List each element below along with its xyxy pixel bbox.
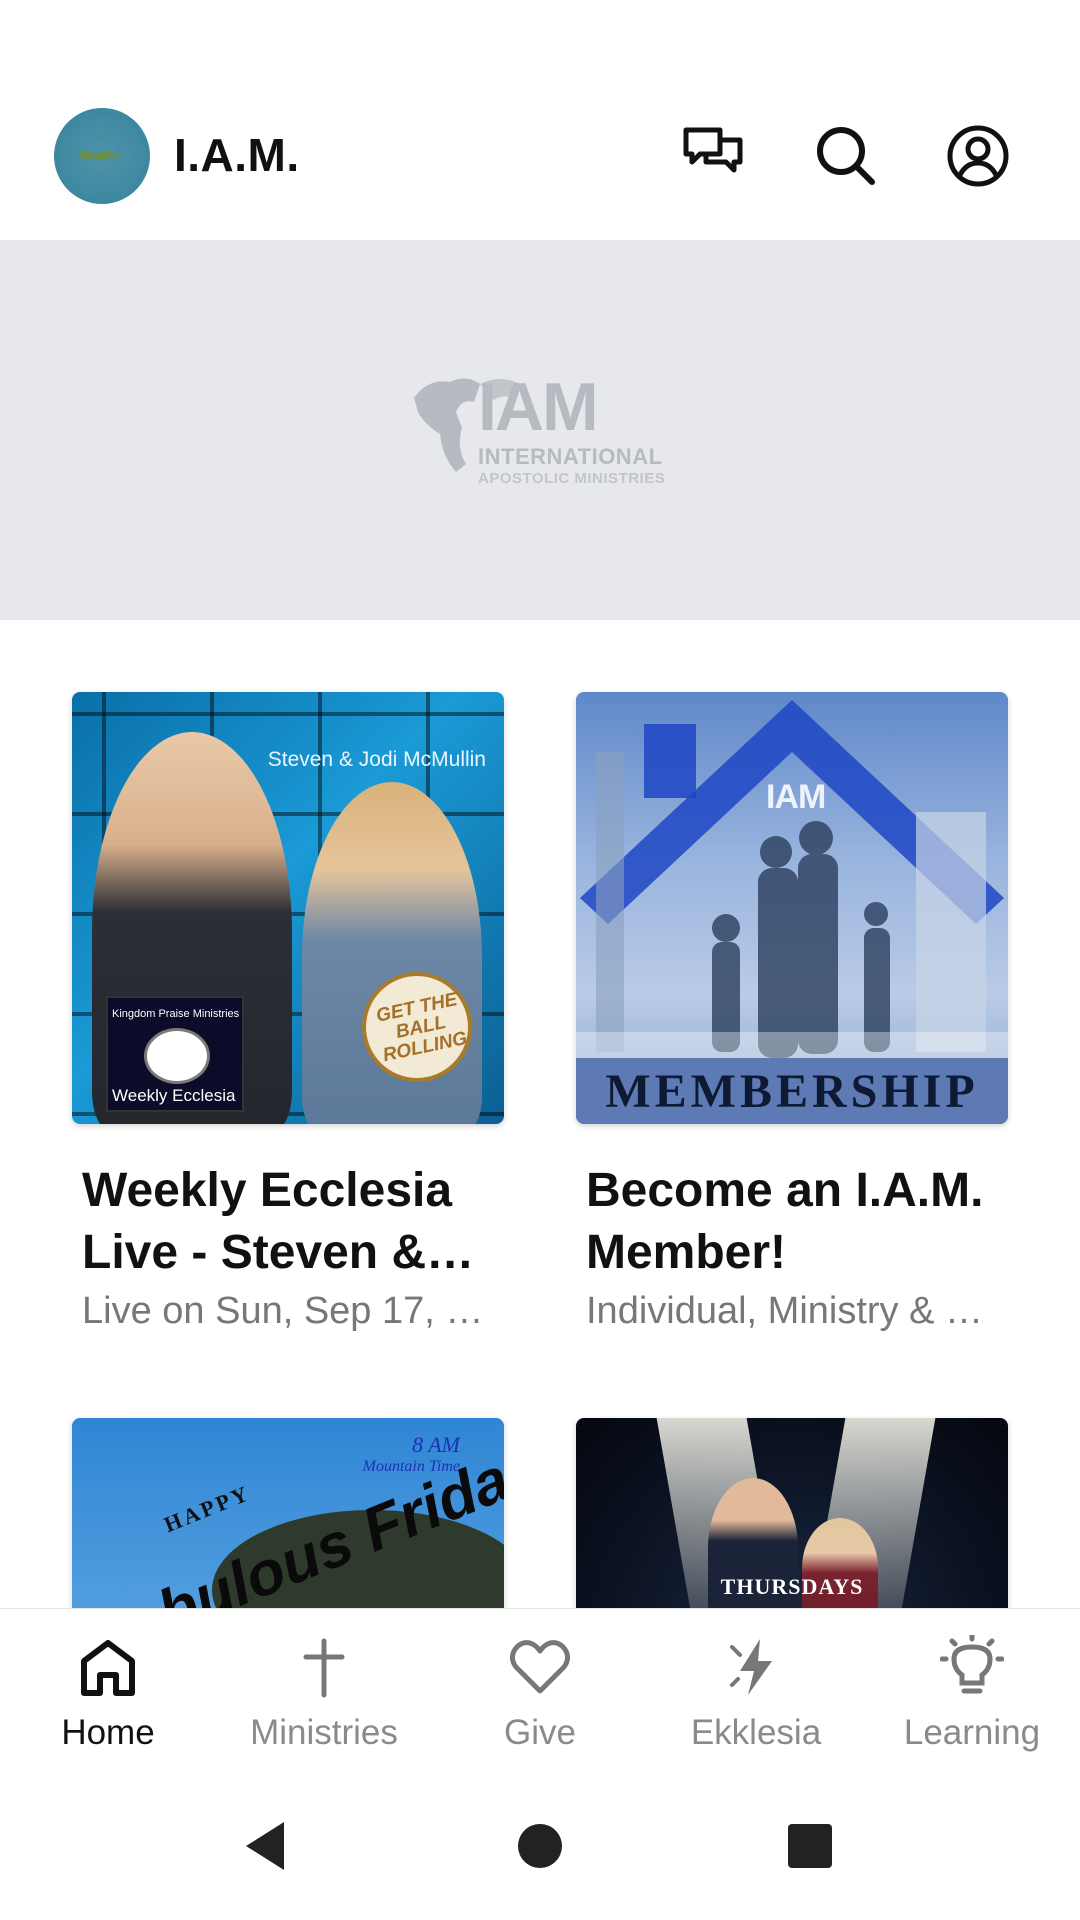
happy-text: HAPPY — [160, 1479, 254, 1538]
kpm-badge: Kingdom Praise Ministries Weekly Ecclesi… — [106, 996, 244, 1112]
ball-badge: GET THE BALL ROLLING — [362, 972, 472, 1082]
system-navigation-bar — [0, 1770, 1080, 1920]
nav-item-give[interactable]: Give — [432, 1609, 648, 1771]
iam-logo: IAM INTERNATIONAL APOSTOLIC MINISTRIES — [410, 368, 680, 498]
card-title[interactable]: Become an I.A.M. Member! — [576, 1160, 1008, 1284]
nav-label: Ministries — [250, 1713, 398, 1752]
kpm-badge-bottom: Weekly Ecclesia — [112, 1086, 236, 1105]
chat-icon[interactable] — [682, 124, 746, 188]
nav-label: Give — [504, 1713, 576, 1752]
app-logo-avatar[interactable] — [54, 108, 150, 204]
nav-label: Ekklesia — [690, 1713, 822, 1752]
nav-item-home[interactable]: Home — [0, 1609, 216, 1771]
card-subtitle: Individual, Ministry & Church — [586, 1290, 1008, 1332]
banner-logo-text: IAM — [478, 369, 599, 445]
card-title[interactable]: Weekly Ecclesia Live - Steven & Jodi McM… — [72, 1160, 504, 1284]
kpm-emblem-icon — [144, 1028, 210, 1084]
content-card[interactable]: IAM MEMBERSHIP Become an I.A.M. Member! … — [576, 692, 1008, 1333]
hero-banner[interactable]: IAM INTERNATIONAL APOSTOLIC MINISTRIES — [0, 240, 1080, 620]
banner-logo-line2: APOSTOLIC MINISTRIES — [478, 470, 666, 487]
back-icon[interactable] — [232, 1810, 304, 1882]
app-title: I.A.M. — [174, 129, 300, 181]
recents-icon[interactable] — [774, 1810, 846, 1882]
cross-icon — [303, 1638, 345, 1698]
ball-badge-text: GET THE BALL ROLLING — [374, 989, 470, 1067]
card-thumbnail[interactable]: Steven & Jodi McMullin Kingdom Praise Mi… — [72, 692, 504, 1124]
banner-logo-line1: INTERNATIONAL — [478, 444, 663, 469]
nav-item-ministries[interactable]: Ministries — [216, 1609, 432, 1771]
search-icon[interactable] — [814, 124, 878, 188]
home-icon — [81, 1640, 135, 1696]
home-circle-icon[interactable] — [504, 1810, 576, 1882]
flash-icon — [730, 1639, 772, 1695]
world-map-icon — [78, 150, 124, 161]
event-time-hour: 8 AM — [412, 1432, 460, 1457]
membership-banner: MEMBERSHIP — [576, 1058, 1008, 1124]
lightbulb-icon — [940, 1635, 1004, 1694]
kpm-badge-top: Kingdom Praise Ministries — [112, 1008, 240, 1020]
thursdays-caption: THURSDAYS — [720, 1574, 864, 1599]
app-header: I.A.M. — [0, 0, 1080, 240]
content-card[interactable]: Steven & Jodi McMullin Kingdom Praise Mi… — [72, 692, 504, 1333]
account-icon[interactable] — [946, 124, 1010, 188]
heart-icon — [509, 1640, 571, 1694]
card-thumbnail[interactable]: IAM MEMBERSHIP — [576, 692, 1008, 1124]
nav-item-ekklesia[interactable]: Ekklesia — [648, 1609, 864, 1771]
membership-logo: IAM — [766, 778, 826, 816]
membership-banner-text: MEMBERSHIP — [605, 1065, 979, 1118]
bottom-navigation: Home Ministries Give Ekklesia Learning — [0, 1608, 1080, 1770]
nav-label: Learning — [903, 1713, 1041, 1752]
card-subtitle: Live on Sun, Sep 17, 2023 — [82, 1290, 504, 1332]
nav-label: Home — [61, 1713, 155, 1752]
card-art-names: Steven & Jodi McMullin — [267, 748, 486, 771]
nav-item-learning[interactable]: Learning — [864, 1609, 1080, 1771]
